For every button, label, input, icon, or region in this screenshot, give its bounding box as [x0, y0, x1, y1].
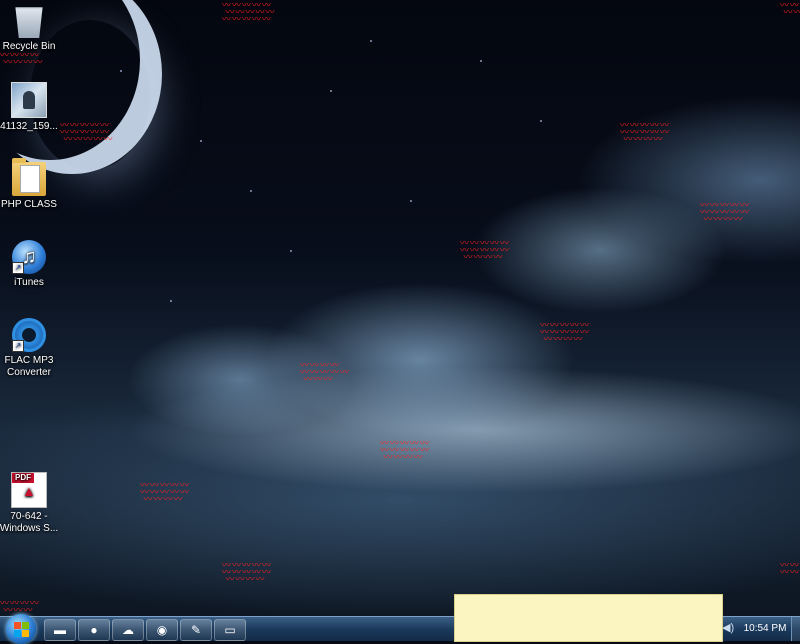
- notepad-icon[interactable]: ✎: [180, 619, 212, 641]
- squiggle-mark: 〰〰〰〰〰 〰〰〰〰〰 〰〰〰〰: [700, 200, 751, 224]
- desktop-icon-label: 41132_159...: [0, 121, 58, 132]
- image-file-icon: [11, 82, 47, 118]
- gear-app-icon: ↗: [12, 318, 46, 352]
- squiggle-mark: 〰〰〰〰〰 〰〰〰〰〰 〰〰〰〰: [540, 320, 591, 344]
- notification-popup: [454, 594, 723, 642]
- itunes-icon: ↗: [12, 240, 46, 274]
- desktop-icon-recycle-bin[interactable]: Recycle Bin: [0, 4, 64, 53]
- squiggle-mark: 〰〰 〰〰: [780, 560, 800, 577]
- squiggle-mark: 〰〰〰〰〰 〰〰〰〰〰 〰〰〰〰〰: [60, 120, 114, 144]
- desktop-icon-pdf[interactable]: 70-642 - Windows S...: [0, 472, 64, 535]
- squiggle-mark: 〰〰〰〰〰 〰〰〰〰〰 〰〰〰〰: [140, 480, 191, 504]
- desktop-icon-label: Recycle Bin: [2, 41, 56, 52]
- shortcut-arrow-icon: ↗: [12, 340, 24, 352]
- desktop-icon-label: PHP CLASS: [1, 199, 57, 210]
- desktop-icon-php-class[interactable]: PHP CLASS: [0, 158, 64, 211]
- squiggle-mark: 〰〰〰〰〰 〰〰〰〰〰 〰〰〰〰: [380, 438, 431, 462]
- messenger-icon[interactable]: ☁: [112, 619, 144, 641]
- desktop-background: 〰〰〰〰〰 〰〰〰〰〰 〰〰〰〰〰 〰〰 〰〰 〰〰〰〰 〰〰〰〰 〰〰〰〰〰 …: [0, 0, 800, 616]
- windows-explorer-icon[interactable]: ▬: [44, 619, 76, 641]
- desktop-icon-label: iTunes: [14, 277, 44, 288]
- desktop-icon-flac-mp3-converter[interactable]: ↗ FLAC MP3 Converter: [0, 318, 64, 379]
- recycle-bin-icon: [15, 7, 43, 38]
- desktop-icon-itunes[interactable]: ↗ iTunes: [0, 240, 64, 289]
- clock[interactable]: 10:54 PM: [738, 617, 792, 641]
- shortcut-arrow-icon: ↗: [12, 262, 24, 274]
- squiggle-mark: 〰〰〰〰〰 〰〰〰〰〰 〰〰〰〰: [460, 238, 511, 262]
- show-desktop-button[interactable]: [791, 617, 800, 641]
- firefox-icon[interactable]: ●: [78, 619, 110, 641]
- desktop-icon-label: FLAC MP3 Converter: [4, 355, 54, 378]
- volume-icon[interactable]: ◀): [722, 621, 734, 634]
- squiggle-mark: 〰〰〰〰〰 〰〰〰〰〰 〰〰〰〰: [620, 120, 671, 144]
- squiggle-mark: 〰〰〰〰 〰〰〰〰〰 〰〰〰: [300, 360, 351, 384]
- desktop-icon-image-file[interactable]: 41132_159...: [0, 82, 64, 133]
- squiggle-mark: 〰〰〰〰 〰〰〰: [0, 598, 41, 615]
- squiggle-mark: 〰〰〰〰〰 〰〰〰〰〰 〰〰〰〰〰: [222, 0, 276, 24]
- folder-icon: [12, 158, 46, 196]
- squiggle-mark: 〰〰〰〰 〰〰〰〰: [0, 50, 44, 67]
- desktop-icon-label: 70-642 - Windows S...: [0, 511, 59, 534]
- squiggle-mark: 〰〰〰〰〰 〰〰〰〰〰 〰〰〰〰: [222, 560, 273, 584]
- pdf-file-icon: [11, 472, 47, 508]
- network-app-icon[interactable]: ◉: [146, 619, 178, 641]
- sticky-notes-icon[interactable]: ▭: [214, 619, 246, 641]
- squiggle-mark: 〰〰 〰〰: [780, 0, 800, 17]
